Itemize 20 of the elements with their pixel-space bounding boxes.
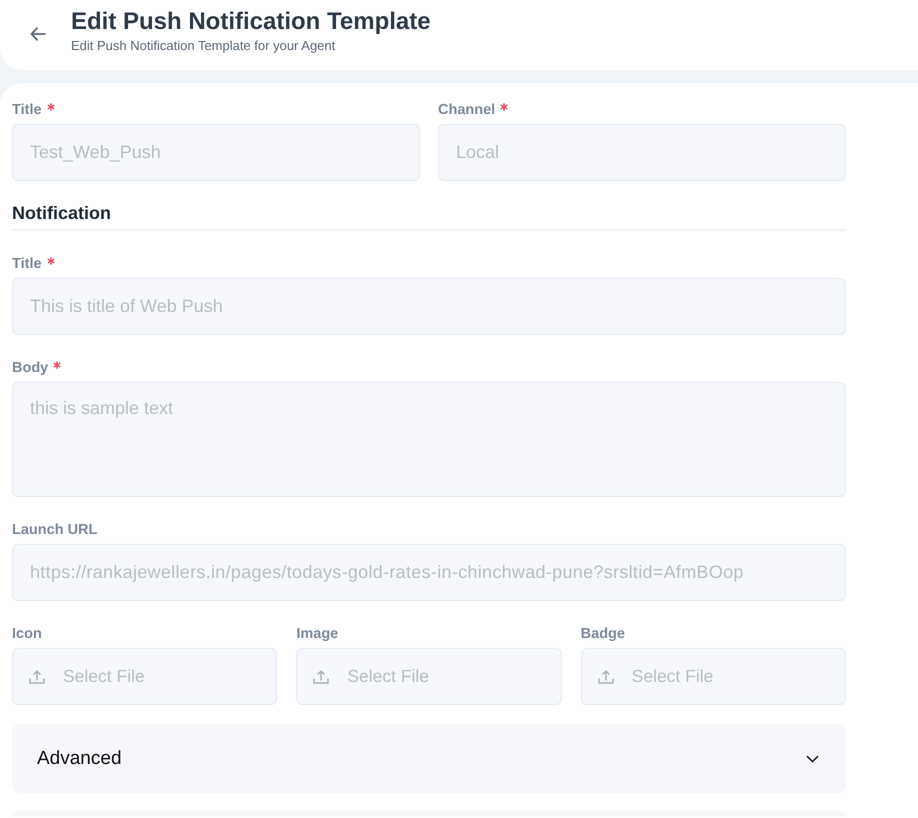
page-subtitle: Edit Push Notification Template for your Agent: [71, 38, 336, 54]
file-select-button[interactable]: Select File: [12, 648, 278, 705]
advanced-accordion-header[interactable]: Advanced: [12, 724, 846, 793]
upload-icon: [313, 670, 330, 684]
field-label: Channel: [438, 101, 496, 120]
file-select-button[interactable]: Select File: [296, 648, 562, 705]
field-label: Title: [12, 255, 42, 274]
file-select-button[interactable]: Select File: [580, 648, 846, 705]
field-label: Body: [12, 359, 48, 378]
chevron-down-icon: [806, 754, 819, 762]
field-label: Icon: [12, 625, 42, 644]
field-label: Badge: [580, 625, 625, 644]
page-title: Edit Push Notification Template: [71, 8, 431, 36]
field-label: Title: [12, 101, 42, 120]
field-label: Launch URL: [12, 521, 98, 540]
field-label: Image: [296, 625, 338, 644]
upload-icon: [598, 670, 614, 684]
back-arrow-icon[interactable]: [30, 27, 46, 41]
section-heading: Notification: [12, 203, 846, 231]
upload-icon: [29, 670, 45, 684]
